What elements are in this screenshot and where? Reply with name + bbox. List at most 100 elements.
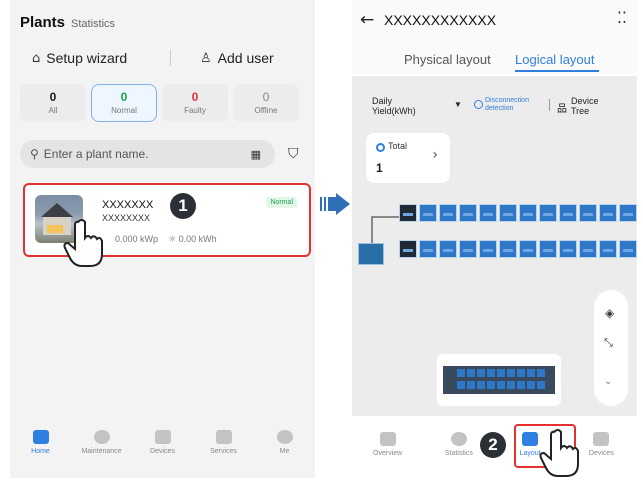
step-marker-2: 2 [480, 432, 506, 458]
services-icon [215, 430, 232, 444]
pv-panel[interactable] [479, 240, 497, 258]
pointer-hand-icon [63, 219, 103, 267]
search-input[interactable]: ⚲ Enter a plant name. ▦ [20, 140, 275, 168]
pv-panel[interactable] [539, 204, 557, 222]
add-user-button[interactable]: ♙ Add user [200, 50, 274, 66]
statistics-tab[interactable]: Statistics [71, 18, 115, 30]
nav-label: Devices [150, 448, 175, 455]
plant-energy: 0.00 kWh [178, 234, 217, 244]
nav-devices[interactable]: Devices [135, 430, 191, 470]
collapse-icon[interactable]: ⤡ [604, 336, 613, 350]
string-wire [371, 216, 399, 218]
actions-divider [170, 50, 171, 66]
pv-panel[interactable] [459, 204, 477, 222]
chevron-right-icon: › [432, 147, 438, 163]
filter-label: Faulty [184, 106, 206, 115]
device-tree-button[interactable]: Device Tree [571, 96, 599, 116]
back-icon[interactable]: ← [360, 10, 374, 30]
nav-me[interactable]: Me [257, 430, 313, 470]
filter-normal[interactable]: 0 Normal [91, 84, 157, 122]
pv-panel[interactable] [579, 240, 597, 258]
string-wire [371, 216, 373, 244]
pv-panel[interactable] [419, 204, 437, 222]
qr-icon[interactable]: ▦ [251, 148, 261, 161]
nav-label: Home [31, 448, 50, 455]
tab-physical-layout[interactable]: Physical layout [404, 52, 491, 67]
pointer-hand-icon [539, 429, 579, 477]
controls-divider [549, 99, 550, 111]
screen-root: Plants Statistics ⌂ Setup wizard ♙ Add u… [0, 0, 643, 490]
total-card[interactable]: Total 1 › [366, 133, 450, 183]
nav-devices[interactable]: Devices [576, 432, 626, 470]
pv-panel[interactable] [619, 204, 637, 222]
nav-label: Services [210, 448, 237, 455]
filter-label: All [48, 106, 58, 115]
chevron-down-icon[interactable]: ⌄ [604, 376, 612, 387]
nav-home[interactable]: Home [13, 430, 69, 470]
pv-panel[interactable] [579, 204, 597, 222]
filter-icon[interactable]: ⛉ [288, 146, 299, 162]
add-user-label: Add user [217, 50, 274, 66]
setup-wizard-button[interactable]: ⌂ Setup wizard [32, 50, 127, 66]
pv-panel[interactable] [499, 204, 517, 222]
sun-icon: ☼ [168, 235, 177, 245]
nav-label: Maintenance [81, 448, 122, 455]
plant-subname: XXXXXXXX [102, 213, 151, 223]
more-icon[interactable]: ⁚⁚ [617, 8, 627, 27]
filter-count: 0 [262, 90, 270, 104]
filter-offline[interactable]: 0 Offline [233, 84, 299, 122]
pv-panel[interactable] [419, 240, 437, 258]
plant-title: XXXXXXXXXXXX [384, 12, 497, 28]
pv-panel[interactable] [599, 240, 617, 258]
plant-name: XXXXXXX [102, 199, 154, 211]
disconnection-detection-button[interactable]: Disconnection detection [485, 97, 529, 113]
pv-panel[interactable] [519, 204, 537, 222]
pv-string-2 [399, 240, 637, 258]
nav-statistics[interactable]: Statistics [434, 432, 484, 470]
tab-logical-layout[interactable]: Logical layout [515, 52, 595, 67]
nav-maintenance[interactable]: Maintenance [74, 430, 130, 470]
pv-panel[interactable] [539, 240, 557, 258]
pv-panel[interactable] [559, 240, 577, 258]
plant-stats: 0.000 kWp ☼ 0.00 kWh [115, 234, 217, 245]
pv-panel[interactable] [519, 240, 537, 258]
pv-panel[interactable] [559, 204, 577, 222]
step-marker-1: 1 [170, 193, 196, 219]
pv-panel[interactable] [459, 240, 477, 258]
plants-screen: Plants Statistics ⌂ Setup wizard ♙ Add u… [10, 0, 315, 478]
plant-capacity: 0.000 kWp [115, 234, 159, 244]
filter-count: 0 [191, 90, 199, 104]
daily-yield-selector[interactable]: Daily Yield(kWh) [372, 96, 416, 116]
nav-services[interactable]: Services [196, 430, 252, 470]
plants-title[interactable]: Plants [20, 14, 65, 31]
filter-faulty[interactable]: 0 Faulty [162, 84, 228, 122]
home-icon [32, 430, 49, 444]
status-badge: Normal [266, 197, 297, 208]
nav-overview[interactable]: Overview [363, 432, 413, 470]
pv-panel[interactable] [439, 204, 457, 222]
filter-all[interactable]: 0 All [20, 84, 86, 122]
devices-icon [593, 432, 610, 446]
dropdown-icon[interactable]: ▼ [454, 100, 462, 109]
pv-panel[interactable] [499, 240, 517, 258]
statistics-icon [450, 432, 467, 446]
active-tab-indicator [515, 70, 599, 72]
pv-panel[interactable] [399, 240, 417, 258]
layout-minimap[interactable] [437, 354, 561, 406]
layers-icon[interactable]: ◈ [605, 306, 614, 320]
layout-header: ← XXXXXXXXXXXX ⁚⁚ Physical layout Logica… [352, 0, 637, 74]
pv-panel[interactable] [599, 204, 617, 222]
plant-actions: ⌂ Setup wizard ♙ Add user [10, 46, 315, 70]
pv-panel[interactable] [439, 240, 457, 258]
device-tree-icon[interactable]: 品 [557, 100, 567, 115]
disconnection-icon [474, 100, 483, 109]
pv-panel[interactable] [479, 204, 497, 222]
bottom-nav: Home Maintenance Devices Services Me [10, 430, 315, 470]
pv-panel[interactable] [619, 240, 637, 258]
filter-count: 0 [49, 90, 57, 104]
nav-label: Me [279, 448, 290, 455]
pv-panel[interactable] [399, 204, 417, 222]
total-icon [376, 143, 385, 152]
inverter-device[interactable] [358, 243, 384, 265]
setup-wizard-label: Setup wizard [46, 50, 128, 66]
